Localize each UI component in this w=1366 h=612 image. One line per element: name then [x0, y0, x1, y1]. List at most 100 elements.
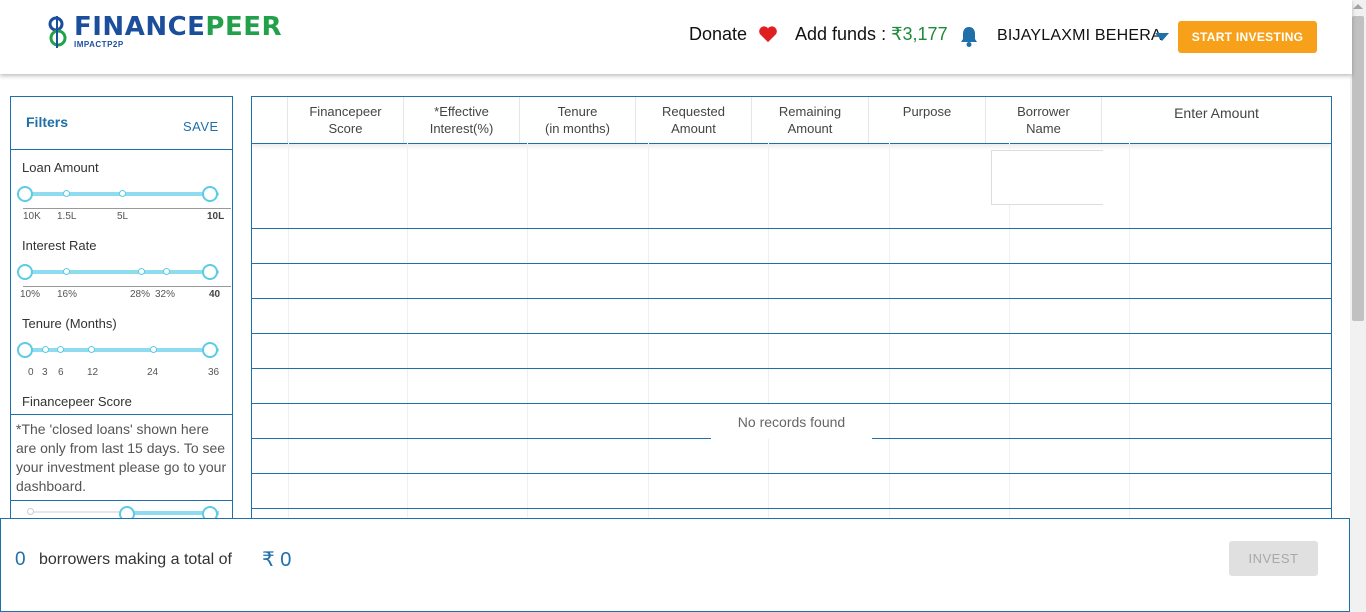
header-line: Amount [787, 121, 833, 136]
tick-label: 3 [42, 367, 48, 378]
slider-max-handle[interactable] [202, 342, 218, 358]
header-line: Name [1026, 121, 1061, 136]
table-row [252, 369, 1331, 404]
table-row [252, 474, 1331, 509]
financepeer-logo[interactable]: FINANCEPEER IMPACTP2P [48, 13, 288, 54]
tick-label: 10L [207, 211, 225, 222]
header-line: Tenure [557, 104, 598, 119]
slider-axis [23, 208, 231, 209]
column-header-borrower-name[interactable]: Borrower Name [986, 97, 1102, 143]
slider-tick [119, 190, 126, 197]
header-line: Enter Amount [1174, 105, 1259, 121]
summary-text: borrowers making a total of [39, 551, 232, 568]
enter-amount-input[interactable] [991, 150, 1103, 205]
column-header-interest[interactable]: *Effective Interest(%) [404, 97, 520, 143]
tick-label: 6 [58, 367, 64, 378]
column-header-tenure[interactable]: Tenure (in months) [520, 97, 636, 143]
header-line: (in months) [544, 121, 611, 136]
table-row [252, 143, 1331, 229]
column-header-purpose[interactable]: Purpose [869, 97, 986, 143]
start-investing-button[interactable]: START INVESTING [1178, 21, 1317, 53]
table-row [252, 229, 1331, 264]
heart-icon[interactable] [758, 25, 778, 43]
tick-label: 10K [23, 211, 41, 222]
header-line: Interest(%) [429, 121, 494, 136]
slider-tick [138, 268, 145, 275]
tenure-filter: Tenure (Months) 0 3 6 12 24 36 [11, 306, 232, 384]
tick-label: 24 [147, 367, 159, 378]
slider-max-handle[interactable] [202, 186, 218, 202]
tick-label: 0 [28, 367, 34, 378]
logo-wordmark: FINANCEPEER [74, 13, 282, 41]
slider-tick [63, 190, 70, 197]
slider-tick [27, 508, 34, 515]
total-amount: ₹ 0 [262, 549, 292, 571]
user-name[interactable]: BIJAYLAXMI BEHERA [997, 27, 1162, 45]
slider-axis [23, 286, 231, 287]
filter-label: Financepeer Score [22, 394, 132, 409]
header-line: Financepeer [309, 104, 382, 119]
interest-rate-filter: Interest Rate 10% 16% 28% 32% 40 [11, 228, 232, 306]
logo-text-peer: PEER [205, 12, 283, 42]
slider-min-handle[interactable] [17, 342, 33, 358]
tenure-slider[interactable] [23, 348, 219, 352]
tick-label: 32% [155, 289, 176, 300]
slider-min-handle[interactable] [17, 264, 33, 280]
donate-link[interactable]: Donate [689, 24, 747, 45]
header-line: *Effective [434, 104, 489, 119]
slider-tick [57, 346, 64, 353]
caret-down-icon[interactable] [1155, 33, 1169, 41]
interest-rate-slider[interactable] [23, 270, 219, 274]
logo-subtitle: IMPACTP2P [74, 40, 124, 49]
top-header: FINANCEPEER IMPACTP2P Donate Add funds :… [0, 0, 1352, 74]
tick-label: 1.5L [57, 211, 77, 222]
column-header-enter-amount: Enter Amount [1102, 97, 1331, 143]
slider-inactive-track [29, 511, 129, 513]
column-header-requested-amount[interactable]: Requested Amount [636, 97, 752, 143]
scroll-up-arrow-icon[interactable] [1353, 4, 1363, 9]
filter-label: Loan Amount [22, 160, 99, 175]
tick-label: 40 [209, 289, 221, 300]
header-line: Requested [662, 104, 725, 119]
filters-panel: Filters SAVE Loan Amount 10K 1.5L 5L 10L… [10, 96, 233, 528]
funds-balance: ₹3,177 [891, 24, 948, 44]
investment-summary-bar: 0 borrowers making a total of ₹ 0 INVEST [0, 518, 1350, 612]
header-line: Amount [671, 121, 716, 136]
empty-table-message: No records found [711, 405, 872, 439]
logo-mark-icon [48, 16, 67, 48]
tick-label: 12 [87, 367, 99, 378]
filters-header: Filters SAVE [11, 97, 232, 150]
bell-icon[interactable] [959, 26, 979, 48]
table-row [252, 334, 1331, 369]
save-filters-button[interactable]: SAVE [183, 119, 219, 134]
column-header-remaining-amount[interactable]: Remaining Amount [752, 97, 869, 143]
column-header-select [252, 97, 288, 143]
header-line: Purpose [902, 104, 952, 119]
tick-label: 16% [57, 289, 78, 300]
slider-max-handle[interactable] [202, 264, 218, 280]
column-header-score[interactable]: Financepeer Score [288, 97, 404, 143]
tick-label: 10% [20, 289, 41, 300]
table-row [252, 439, 1331, 474]
slider-min-handle[interactable] [17, 186, 33, 202]
slider-tick [88, 346, 95, 353]
filter-label: Interest Rate [22, 238, 97, 253]
invest-button[interactable]: INVEST [1229, 541, 1318, 576]
header-line: Score [328, 121, 363, 136]
slider-tick [42, 346, 49, 353]
closed-loans-note: *The 'closed loans' shown here are only … [11, 414, 232, 501]
borrower-count: 0 [15, 549, 26, 570]
slider-tick [163, 268, 170, 275]
table-row [252, 299, 1331, 334]
table-header: Financepeer Score *Effective Interest(%) T… [252, 97, 1331, 144]
slider-tick [63, 268, 70, 275]
filters-title: Filters [26, 114, 69, 130]
loans-table: Financepeer Score *Effective Interest(%) T… [251, 96, 1332, 527]
add-funds-label: Add funds : [795, 24, 892, 44]
header-line: Remaining [778, 104, 842, 119]
scrollbar-thumb[interactable] [1352, 16, 1364, 321]
add-funds-link[interactable]: Add funds : ₹3,177 [795, 24, 948, 45]
tick-label: 5L [117, 211, 129, 222]
loan-amount-filter: Loan Amount 10K 1.5L 5L 10L [11, 150, 232, 228]
logo-text-finance: FINANCE [74, 12, 206, 42]
